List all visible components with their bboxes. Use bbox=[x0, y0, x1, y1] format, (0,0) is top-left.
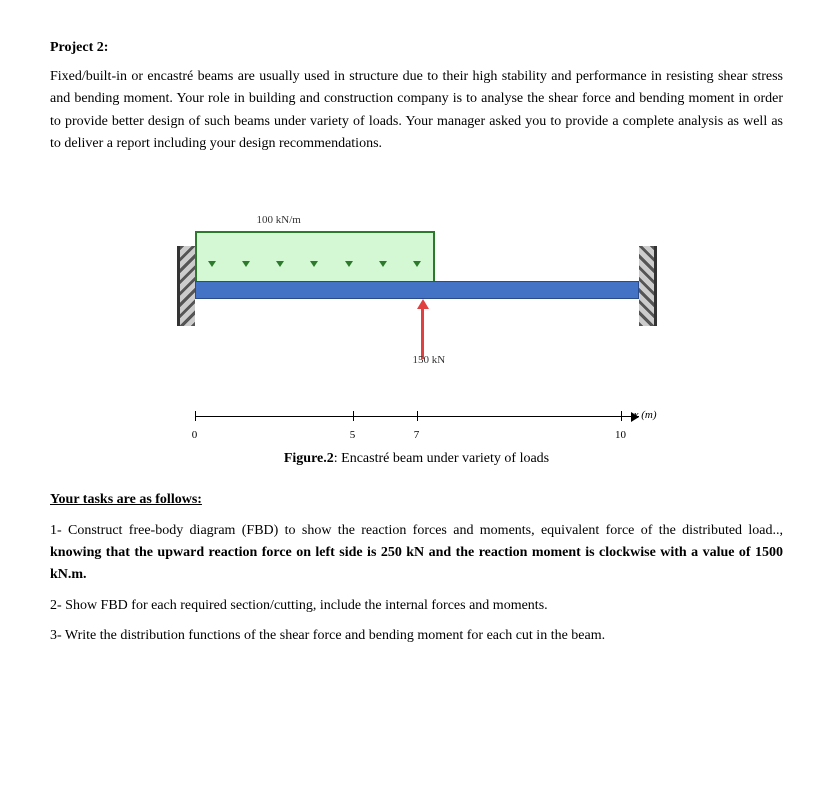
dim-label-10: 10 bbox=[615, 429, 626, 441]
arrow-head bbox=[413, 261, 421, 267]
figure-caption-bold: Figure.2 bbox=[284, 451, 334, 466]
intro-paragraph: Fixed/built-in or encastré beams are usu… bbox=[50, 66, 783, 156]
figure-caption-rest: : Encastré beam under variety of loads bbox=[334, 451, 549, 466]
wall-right bbox=[639, 246, 657, 326]
figure-caption: Figure.2: Encastré beam under variety of… bbox=[50, 451, 783, 467]
arrow-head bbox=[345, 261, 353, 267]
force-150-label: 150 kN bbox=[413, 354, 446, 366]
task-2: 2- Show FBD for each required section/cu… bbox=[50, 595, 783, 617]
task-3: 3- Write the distribution functions of t… bbox=[50, 625, 783, 647]
diagram-container: 100 kN/m bbox=[50, 186, 783, 441]
arrow-head bbox=[242, 261, 250, 267]
arrow-head-up bbox=[417, 299, 429, 309]
task-1-bold: knowing that the upward reaction force o… bbox=[50, 545, 783, 582]
beam bbox=[195, 281, 639, 299]
tick-7 bbox=[417, 411, 418, 421]
force-up-arrow bbox=[417, 299, 429, 359]
tick-0 bbox=[195, 411, 196, 421]
dimension-line: 0 5 7 10 x (m) bbox=[157, 401, 677, 441]
arrow-head bbox=[276, 261, 284, 267]
dim-label-5: 5 bbox=[350, 429, 356, 441]
tick-10 bbox=[621, 411, 622, 421]
task-1-start: 1- Construct free-body diagram (FBD) to … bbox=[50, 523, 783, 538]
beam-diagram: 100 kN/m bbox=[157, 186, 677, 386]
task-1: 1- Construct free-body diagram (FBD) to … bbox=[50, 520, 783, 587]
x-axis-label: x (m) bbox=[634, 409, 657, 421]
arrow-head bbox=[379, 261, 387, 267]
project-title: Project 2: bbox=[50, 40, 783, 56]
tick-5 bbox=[353, 411, 354, 421]
force-stem bbox=[421, 309, 424, 359]
dim-label-7: 7 bbox=[414, 429, 420, 441]
tasks-heading: Your tasks are as follows: bbox=[50, 492, 783, 508]
dist-load-area bbox=[195, 231, 435, 281]
wall-left bbox=[177, 246, 195, 326]
dim-label-0: 0 bbox=[192, 429, 198, 441]
arrow-head bbox=[208, 261, 216, 267]
dist-load-label: 100 kN/m bbox=[257, 214, 301, 226]
arrow-head bbox=[310, 261, 318, 267]
